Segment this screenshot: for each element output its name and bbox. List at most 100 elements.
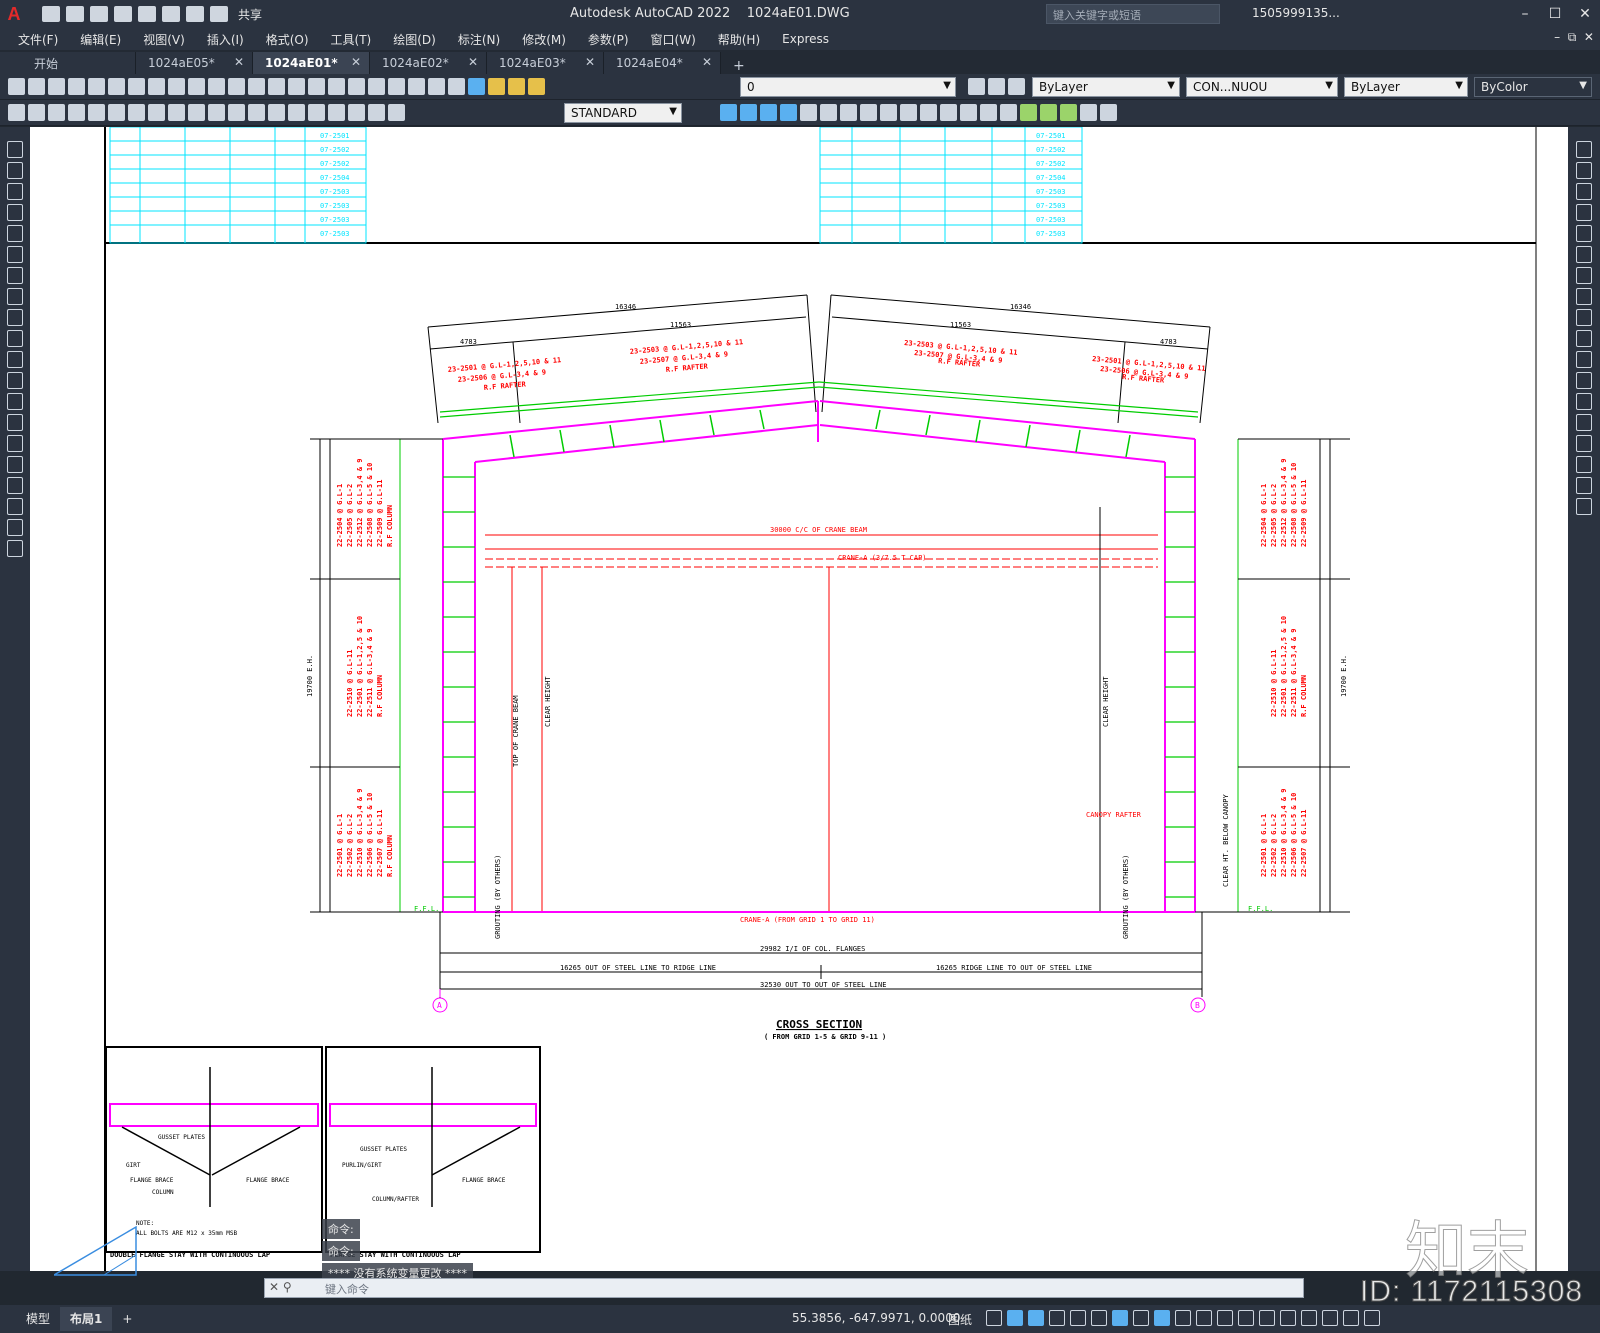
menu-dimension[interactable]: 标注(N) — [447, 31, 511, 48]
undo-icon[interactable] — [186, 6, 204, 22]
dim-arc-icon[interactable] — [48, 104, 65, 121]
menu-express[interactable]: Express — [771, 32, 840, 46]
close-icon[interactable]: ✕ — [468, 55, 478, 69]
plot-icon[interactable] — [68, 78, 85, 95]
inspection-icon[interactable] — [308, 104, 325, 121]
copy-icon[interactable] — [148, 78, 165, 95]
customize-icon[interactable] — [1364, 1310, 1380, 1326]
polyline-icon[interactable] — [7, 183, 23, 200]
close-icon[interactable]: ✕ — [234, 55, 244, 69]
group-edit-icon[interactable] — [1060, 104, 1077, 121]
chamfer-icon[interactable] — [960, 104, 977, 121]
new-icon[interactable] — [42, 6, 60, 22]
dim-linear-icon[interactable] — [8, 104, 25, 121]
chamfer-icon[interactable] — [1576, 435, 1592, 452]
hardware-icon[interactable] — [1301, 1310, 1317, 1326]
explode-icon[interactable] — [1000, 104, 1017, 121]
minimize-icon[interactable]: – — [1510, 0, 1540, 28]
extend-icon[interactable] — [900, 104, 917, 121]
isodraft-icon[interactable] — [1070, 1310, 1086, 1326]
menu-modify[interactable]: 修改(M) — [511, 31, 577, 48]
scale-icon[interactable] — [840, 104, 857, 121]
offset-icon[interactable] — [1576, 204, 1592, 221]
lineweight-icon[interactable] — [1133, 1310, 1149, 1326]
table-icon[interactable] — [7, 498, 23, 515]
annotation-icon[interactable] — [1238, 1310, 1254, 1326]
new-icon[interactable] — [8, 78, 25, 95]
layer-lock-icon[interactable] — [528, 78, 545, 95]
move-icon[interactable] — [1576, 246, 1592, 263]
menu-parametric[interactable]: 参数(P) — [577, 31, 640, 48]
blend-icon[interactable] — [1576, 477, 1592, 494]
close-icon[interactable]: ✕ — [1570, 0, 1600, 28]
command-input[interactable]: ✕ ⚲ 键入命令 — [264, 1278, 1304, 1298]
layer-freeze-icon[interactable] — [508, 78, 525, 95]
layer-dropdown[interactable]: 0 ▼ — [740, 77, 956, 97]
menu-help[interactable]: 帮助(H) — [707, 31, 771, 48]
pan-icon[interactable] — [248, 78, 265, 95]
jog-line-icon[interactable] — [328, 104, 345, 121]
tab-1024ae04[interactable]: 1024aE04* ✕ — [604, 52, 721, 74]
plus-icon[interactable] — [1280, 1310, 1296, 1326]
grid-icon[interactable] — [986, 1310, 1002, 1326]
dim-edit-icon[interactable] — [348, 104, 365, 121]
dim-space-icon[interactable] — [228, 104, 245, 121]
dim-diameter-icon[interactable] — [128, 104, 145, 121]
polygon-icon[interactable] — [7, 204, 23, 221]
menu-format[interactable]: 格式(O) — [255, 31, 320, 48]
ellipse-arc-icon[interactable] — [7, 351, 23, 368]
dim-break-icon[interactable] — [248, 104, 265, 121]
center-mark-icon[interactable] — [288, 104, 305, 121]
dim-aligned-icon[interactable] — [28, 104, 45, 121]
save-icon[interactable] — [90, 6, 108, 22]
command-close-icon[interactable]: ✕ ⚲ — [269, 1280, 292, 1294]
dim-update-icon[interactable] — [388, 104, 405, 121]
polar-icon[interactable] — [1049, 1310, 1065, 1326]
menu-draw[interactable]: 绘图(D) — [382, 31, 447, 48]
publish-icon[interactable] — [108, 78, 125, 95]
match-icon[interactable] — [188, 78, 205, 95]
mirror-icon[interactable] — [1576, 183, 1592, 200]
block-edit-icon[interactable] — [1100, 104, 1117, 121]
search-input[interactable]: 键入关键字或短语 — [1046, 4, 1220, 24]
draworder-front-icon[interactable] — [720, 104, 737, 121]
drawing-canvas[interactable]: 07-2501 07-2502 07-2502 07-2504 07-2503 … — [30, 127, 1568, 1271]
scale-icon[interactable] — [1576, 288, 1592, 305]
properties-icon[interactable] — [328, 78, 345, 95]
3d-osnap-icon[interactable] — [1196, 1310, 1212, 1326]
lineweight-dropdown[interactable]: ByLayer ▼ — [1344, 77, 1468, 97]
snap-icon[interactable] — [1007, 1310, 1023, 1326]
layer-previous-icon[interactable] — [988, 78, 1005, 95]
cut-icon[interactable] — [128, 78, 145, 95]
rotate-icon[interactable] — [820, 104, 837, 121]
make-current-icon[interactable] — [968, 78, 985, 95]
publish-icon[interactable] — [138, 6, 156, 22]
redo-icon[interactable] — [228, 78, 245, 95]
join-icon[interactable] — [1576, 414, 1592, 431]
make-block-icon[interactable] — [7, 393, 23, 410]
gradient-icon[interactable] — [7, 456, 23, 473]
markup-icon[interactable] — [408, 78, 425, 95]
workspace-gear-icon[interactable] — [1259, 1310, 1275, 1326]
calc-icon[interactable] — [428, 78, 445, 95]
linetype-dropdown[interactable]: CON...NUOU ▼ — [1186, 77, 1338, 97]
copy-icon[interactable] — [1576, 162, 1592, 179]
spline-icon[interactable] — [7, 309, 23, 326]
otrack-icon[interactable] — [1091, 1310, 1107, 1326]
extend-icon[interactable] — [1576, 351, 1592, 368]
tab-layout1[interactable]: 布局1 — [60, 1307, 113, 1331]
tab-1024ae02[interactable]: 1024aE02* ✕ — [370, 52, 487, 74]
help-icon[interactable] — [448, 78, 465, 95]
designcenter-icon[interactable] — [348, 78, 365, 95]
tolerance-icon[interactable] — [268, 104, 285, 121]
transparency-icon[interactable] — [1154, 1310, 1170, 1326]
paste-icon[interactable] — [168, 78, 185, 95]
color-dropdown[interactable]: ByLayer ▼ — [1032, 77, 1180, 97]
circle-icon[interactable] — [7, 267, 23, 284]
plot-icon[interactable] — [162, 6, 180, 22]
toolpalette-icon[interactable] — [368, 78, 385, 95]
add-layout-icon[interactable]: + — [112, 1307, 142, 1331]
new-tab-icon[interactable]: + — [721, 58, 757, 74]
ellipse-icon[interactable] — [7, 330, 23, 347]
zoom-prev-icon[interactable] — [308, 78, 325, 95]
